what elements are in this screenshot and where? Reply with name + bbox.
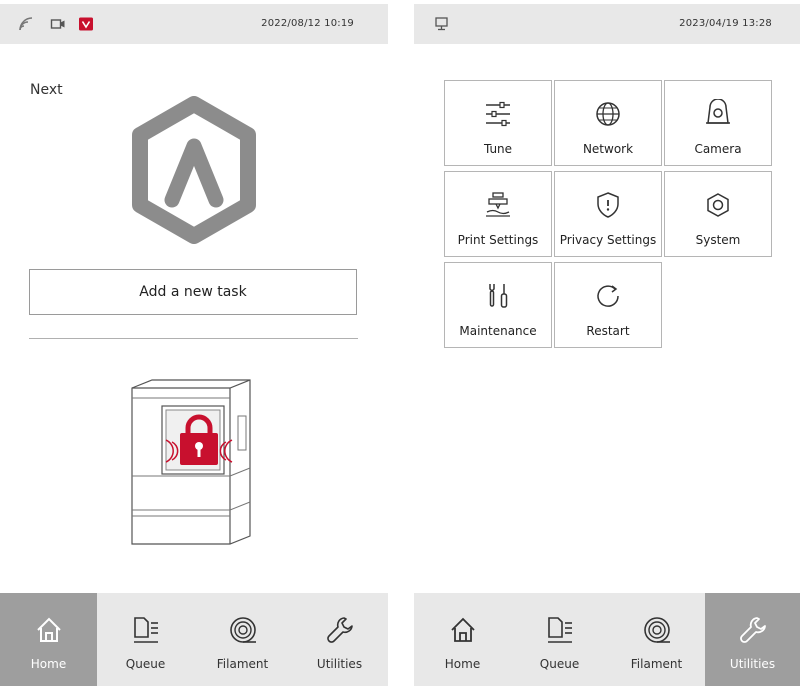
network-icon [434, 16, 450, 36]
utilities-screen: 2023/04/19 13:28 Tune Network Camera Pri… [414, 0, 800, 686]
nav-queue[interactable]: Queue [511, 593, 608, 686]
brand-logo [128, 96, 260, 248]
tile-label: Camera [694, 142, 742, 156]
tile-label: Restart [586, 324, 630, 338]
tile-restart[interactable]: Restart [554, 262, 662, 348]
nav-utilities-label: Utilities [729, 657, 776, 671]
tile-print-settings[interactable]: Print Settings [444, 171, 552, 257]
nav-utilities[interactable]: Utilities [705, 593, 800, 686]
status-bar: 2023/04/19 13:28 [414, 4, 800, 44]
tile-label: Tune [483, 142, 513, 156]
status-bar: 2022/08/12 10:19 [0, 4, 388, 44]
tile-system[interactable]: System [664, 171, 772, 257]
nav-filament-label: Filament [216, 657, 269, 671]
bottom-nav: Home Queue Filament Utilities [0, 593, 388, 686]
nav-filament[interactable]: Filament [194, 593, 291, 686]
nav-utilities[interactable]: Utilities [291, 593, 388, 686]
tile-privacy-settings[interactable]: Privacy Settings [554, 171, 662, 257]
nav-filament[interactable]: Filament [608, 593, 705, 686]
add-task-button[interactable]: Add a new task [29, 269, 357, 315]
nav-queue-label: Queue [539, 657, 580, 671]
nav-queue-label: Queue [125, 657, 166, 671]
tile-camera[interactable]: Camera [664, 80, 772, 166]
nav-queue[interactable]: Queue [97, 593, 194, 686]
printer-locked-illustration [120, 376, 260, 552]
nav-home[interactable]: Home [0, 593, 97, 686]
nav-filament-label: Filament [630, 657, 683, 671]
home-screen: 2022/08/12 10:19 Next Add a new task Hom… [0, 0, 388, 686]
status-time: 2023/04/19 13:28 [679, 18, 772, 29]
bottom-nav: Home Queue Filament Utilities [414, 593, 800, 686]
tile-label: Maintenance [459, 324, 537, 338]
nav-home[interactable]: Home [414, 593, 511, 686]
nav-home-label: Home [444, 657, 481, 671]
nav-home-label: Home [30, 657, 67, 671]
tile-label: System [695, 233, 741, 247]
nav-utilities-label: Utilities [316, 657, 363, 671]
tile-network[interactable]: Network [554, 80, 662, 166]
status-time: 2022/08/12 10:19 [261, 18, 354, 29]
wifi-icon [18, 16, 34, 36]
next-label: Next [30, 82, 63, 98]
tile-maintenance[interactable]: Maintenance [444, 262, 552, 348]
tile-label: Network [582, 142, 634, 156]
camera-icon [50, 16, 66, 36]
shield-alert-icon [78, 16, 94, 36]
tile-label: Print Settings [457, 233, 539, 247]
divider [29, 338, 358, 339]
tile-label: Privacy Settings [559, 233, 657, 247]
tile-tune[interactable]: Tune [444, 80, 552, 166]
